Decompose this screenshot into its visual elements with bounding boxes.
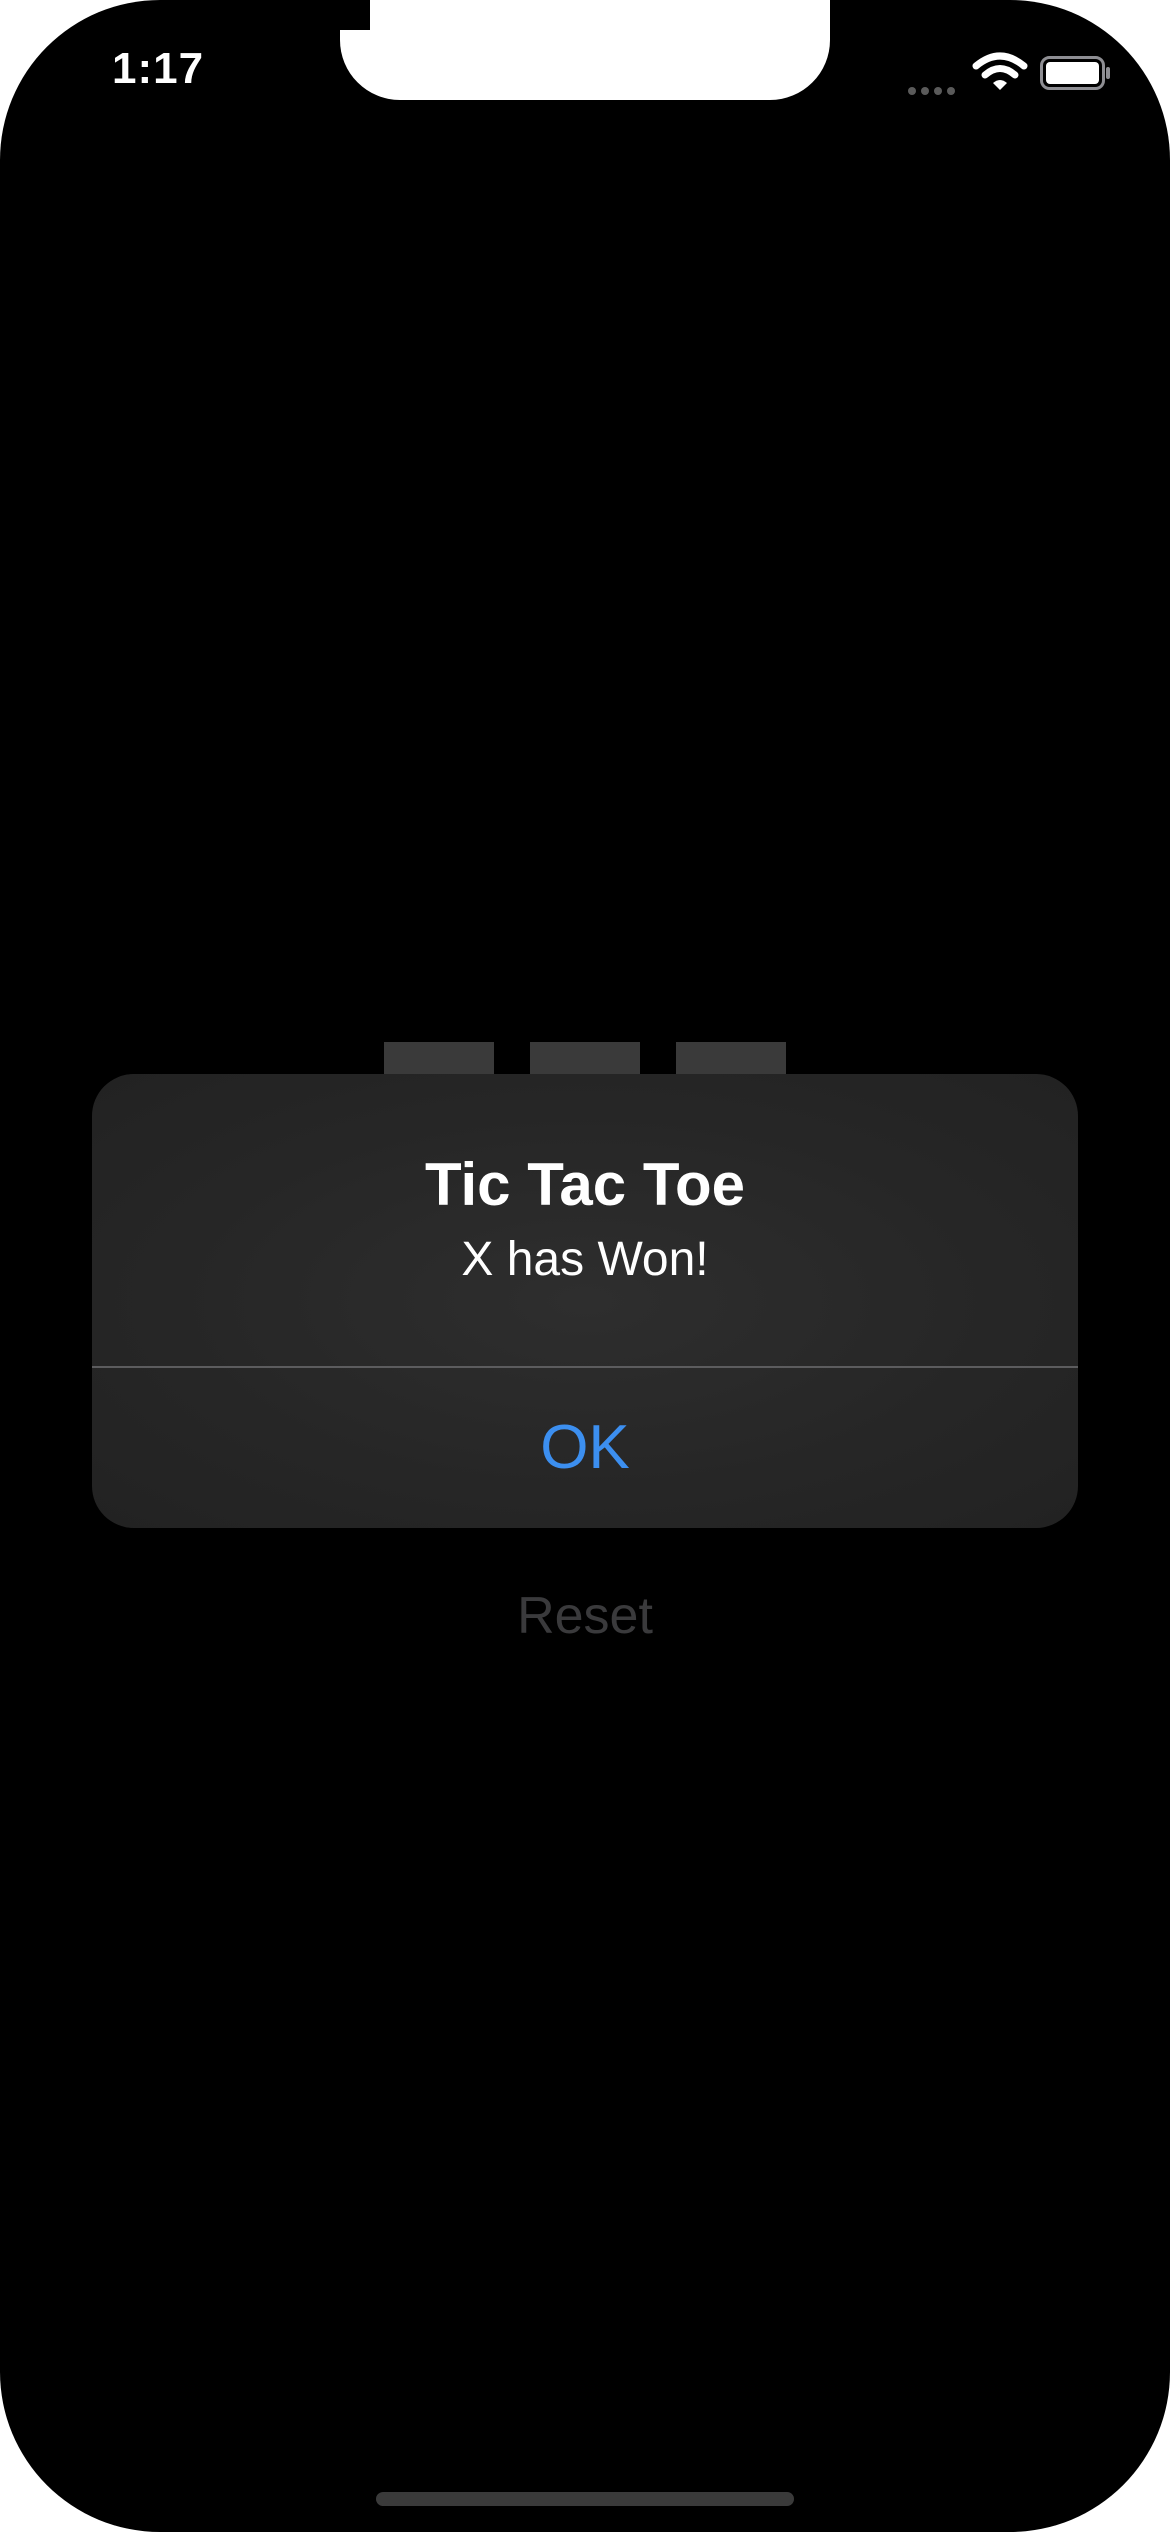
ok-button[interactable]: OK [92, 1368, 1078, 1528]
signal-dots-icon [908, 82, 960, 100]
battery-icon [1040, 56, 1110, 90]
reset-button[interactable]: Reset [0, 1585, 1170, 1647]
home-indicator [376, 2492, 794, 2506]
wifi-icon [972, 52, 1028, 90]
status-time: 1:17 [112, 44, 205, 93]
notch [340, 0, 830, 100]
alert-message: X has Won! [461, 1233, 709, 1286]
alert-dialog: Tic Tac Toe X has Won! OK [92, 1074, 1078, 1528]
alert-title: Tic Tac Toe [424, 1151, 746, 1218]
phone-screen: 1:17 Reset Tic Tac Toe X has Won! OK [0, 0, 1170, 2532]
status-icons [900, 52, 1120, 96]
